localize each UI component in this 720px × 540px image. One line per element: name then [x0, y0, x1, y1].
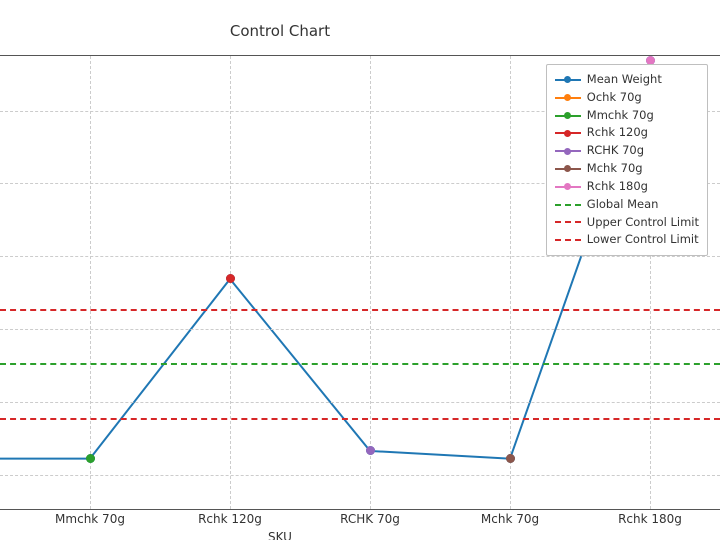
legend-swatch — [555, 146, 581, 156]
legend-label: Ochk 70g — [587, 89, 642, 107]
grid-vertical — [510, 56, 511, 509]
x-tick-label: Rchk 120g — [198, 512, 262, 526]
legend-swatch — [555, 164, 581, 174]
legend-label: Lower Control Limit — [587, 231, 699, 249]
legend-label: Rchk 180g — [587, 178, 648, 196]
legend-row: Global Mean — [555, 196, 699, 214]
x-tick-label: RCHK 70g — [340, 512, 400, 526]
grid-vertical — [370, 56, 371, 509]
grid-vertical — [90, 56, 91, 509]
x-tick-labels: Mmchk 70g Rchk 120g RCHK 70g Mchk 70g Rchk 1… — [0, 512, 720, 528]
highlight-marker — [226, 274, 235, 283]
legend-swatch — [555, 235, 581, 245]
legend-label: Rchk 120g — [587, 124, 648, 142]
legend-row: Lower Control Limit — [555, 231, 699, 249]
legend-row: Mchk 70g — [555, 160, 699, 178]
x-tick-label: Rchk 180g — [618, 512, 682, 526]
x-tick-label: Mchk 70g — [481, 512, 539, 526]
highlight-marker — [366, 446, 375, 455]
highlight-marker — [86, 454, 95, 463]
grid-horizontal — [0, 402, 720, 403]
grid-horizontal — [0, 256, 720, 257]
legend-label: Upper Control Limit — [587, 214, 699, 232]
legend-row: Mmchk 70g — [555, 107, 699, 125]
legend-swatch — [555, 182, 581, 192]
legend-row: Rchk 120g — [555, 124, 699, 142]
x-tick-label: Mmchk 70g — [55, 512, 125, 526]
x-axis-label: SKU — [0, 530, 560, 540]
legend-label: Mchk 70g — [587, 160, 643, 178]
legend-row: Rchk 180g — [555, 178, 699, 196]
legend-row: Ochk 70g — [555, 89, 699, 107]
legend-label: Mmchk 70g — [587, 107, 654, 125]
upper-control-limit-line — [0, 309, 720, 311]
legend-label: Global Mean — [587, 196, 659, 214]
legend-swatch — [555, 111, 581, 121]
lower-control-limit-line — [0, 418, 720, 420]
legend-swatch — [555, 217, 581, 227]
legend-swatch — [555, 200, 581, 210]
highlight-marker — [506, 454, 515, 463]
global-mean-line — [0, 363, 720, 365]
legend-row: RCHK 70g — [555, 142, 699, 160]
legend-label: Mean Weight — [587, 71, 662, 89]
legend-swatch — [555, 128, 581, 138]
legend-swatch — [555, 75, 581, 85]
grid-horizontal — [0, 475, 720, 476]
control-chart: Control Chart Mmchk 70gRchk 120gRCHK 70g… — [0, 0, 720, 540]
legend-row: Upper Control Limit — [555, 214, 699, 232]
legend-row: Mean Weight — [555, 71, 699, 89]
grid-horizontal — [0, 329, 720, 330]
legend-swatch — [555, 93, 581, 103]
legend: Mean WeightOchk 70gMmchk 70gRchk 120gRCH… — [546, 64, 708, 256]
chart-title: Control Chart — [0, 22, 560, 40]
legend-label: RCHK 70g — [587, 142, 644, 160]
